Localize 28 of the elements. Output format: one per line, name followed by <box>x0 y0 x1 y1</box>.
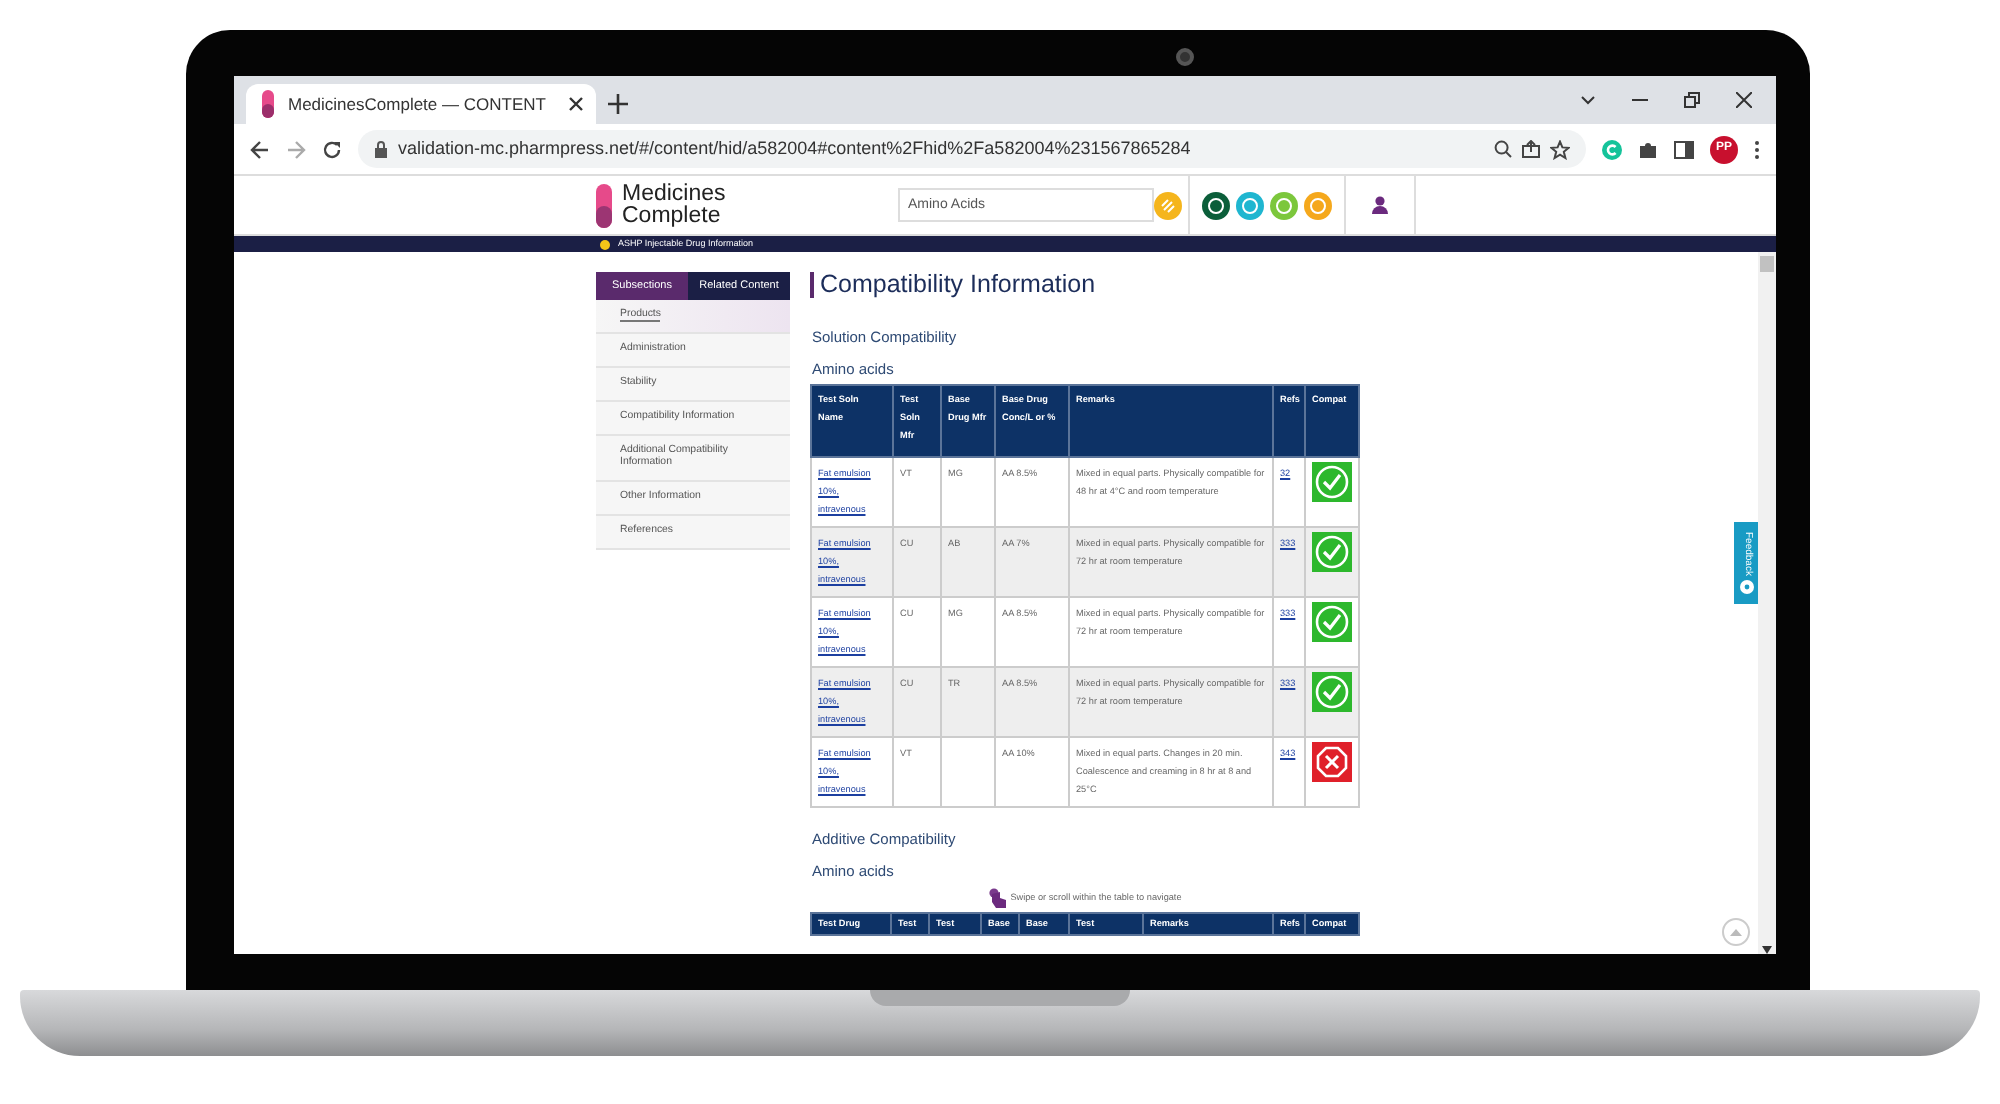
more-icon[interactable] <box>1754 139 1760 159</box>
star-icon[interactable] <box>1550 139 1570 159</box>
scrollbar[interactable] <box>1758 252 1776 954</box>
close-icon[interactable] <box>568 96 584 112</box>
camera-icon <box>1176 48 1194 66</box>
browser-tab[interactable]: MedicinesComplete — CONTENT <box>246 84 596 124</box>
address-bar[interactable]: validation-mc.pharmpress.net/#/content/hid/a582004#content%2Fhid%2Fa582004%231567865284 <box>358 130 1586 168</box>
app-icon[interactable] <box>1202 191 1230 219</box>
logo-icon <box>594 183 614 227</box>
chevron-down-icon[interactable] <box>1580 92 1596 108</box>
lock-icon <box>374 140 388 158</box>
logo-text: Complete <box>622 205 723 227</box>
url-text: validation-mc.pharmpress.net/#/content/hid/a582004#content%2Fhid%2Fa582004%231567865284 <box>398 135 1193 162</box>
user-icon[interactable] <box>1372 195 1388 214</box>
scroll-thumb[interactable] <box>1760 256 1774 272</box>
dot-icon <box>600 239 610 249</box>
favicon-icon <box>258 90 278 118</box>
share-icon[interactable] <box>1522 140 1540 158</box>
scroll-down-icon[interactable] <box>1762 946 1772 954</box>
zoom-icon[interactable] <box>1494 140 1512 158</box>
chat-icon <box>1739 579 1753 594</box>
logo-text: Medicines <box>622 183 726 205</box>
back-icon[interactable] <box>250 139 270 159</box>
restore-icon[interactable] <box>1684 92 1700 108</box>
page-heading: Compatibility Information <box>810 272 1360 298</box>
close-icon[interactable] <box>1736 92 1752 108</box>
reload-icon[interactable] <box>322 139 342 159</box>
side-panel-icon[interactable] <box>1674 139 1694 159</box>
